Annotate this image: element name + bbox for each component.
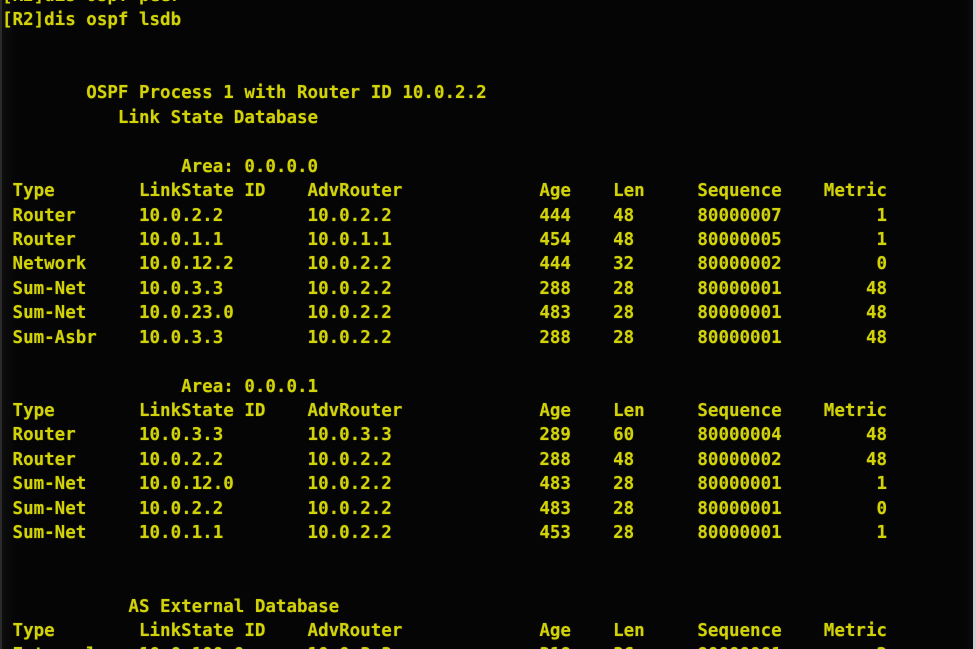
terminal-screen[interactable]: [R2]dis ospf peer [R2]dis ospf lsdb OSPF… <box>2 0 973 649</box>
table-row: Router 10.0.3.3 10.0.3.3 289 60 80000004… <box>2 425 888 446</box>
table-row: Sum-Net 10.0.12.0 10.0.2.2 483 28 800000… <box>2 474 888 495</box>
table-row: Sum-Asbr 10.0.3.3 10.0.2.2 288 28 800000… <box>2 327 888 348</box>
table-header-row: Type LinkState ID AdvRouter Age Len Sequ… <box>2 401 888 421</box>
lsdb-sections: Area: 0.0.0.0 Type LinkState ID AdvRoute… <box>2 155 973 649</box>
terminal-window[interactable]: [R2]dis ospf peer [R2]dis ospf lsdb OSPF… <box>0 0 976 649</box>
table-header-row: Type LinkState ID AdvRouter Age Len Sequ… <box>2 620 888 641</box>
section-title-1: Area: 0.0.0.1 <box>2 376 319 397</box>
ospf-process-header: OSPF Process 1 with Router ID 10.0.2.2 <box>2 83 487 104</box>
table-row: Sum-Net 10.0.3.3 10.0.2.2 288 28 8000000… <box>2 278 888 299</box>
clipped-previous-line-text: [R2]dis ospf peer <box>2 0 973 8</box>
table-row: Sum-Net 10.0.2.2 10.0.2.2 483 28 8000000… <box>2 498 888 519</box>
section-title-2: AS External Database <box>2 596 340 617</box>
section-title-0: Area: 0.0.0.0 <box>2 156 319 177</box>
table-row: Router 10.0.2.2 10.0.2.2 444 48 80000007… <box>2 205 888 226</box>
clipped-previous-line: [R2]dis ospf peer <box>2 0 973 8</box>
table-row: External 10.0.100.0 10.0.3.3 318 36 8000… <box>2 643 973 649</box>
link-state-database-title: Link State Database <box>2 107 319 128</box>
table-row: Router 10.0.1.1 10.0.1.1 454 48 80000005… <box>2 229 888 250</box>
table-row: Network 10.0.12.2 10.0.2.2 444 32 800000… <box>2 254 888 275</box>
table-row: Router 10.0.2.2 10.0.2.2 288 48 80000002… <box>2 449 888 470</box>
table-header-row: Type LinkState ID AdvRouter Age Len Sequ… <box>2 181 888 202</box>
table-row: Sum-Net 10.0.1.1 10.0.2.2 453 28 8000000… <box>2 523 888 544</box>
command-prompt-line[interactable]: [R2]dis ospf lsdb <box>2 8 973 32</box>
table-row: Sum-Net 10.0.23.0 10.0.2.2 483 28 800000… <box>2 303 888 324</box>
